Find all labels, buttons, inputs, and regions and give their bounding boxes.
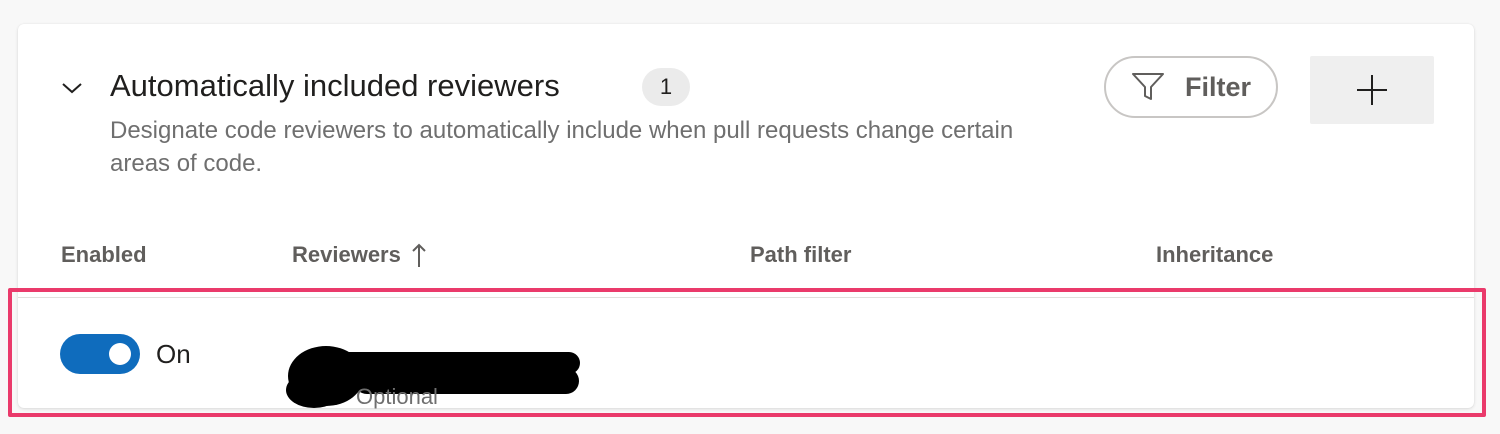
column-header-path-filter[interactable]: Path filter — [750, 240, 851, 270]
chevron-down-icon[interactable] — [60, 76, 84, 100]
filter-icon — [1131, 72, 1165, 102]
sort-ascending-icon — [412, 243, 426, 267]
plus-icon — [1357, 75, 1387, 105]
reviewers-section-card: Automatically included reviewers 1 Desig… — [18, 24, 1474, 409]
column-header-reviewers-label: Reviewers — [292, 242, 401, 267]
filter-button-label: Filter — [1184, 71, 1251, 102]
enabled-toggle-label: On — [156, 339, 191, 369]
toggle-knob — [109, 343, 131, 365]
column-header-inheritance[interactable]: Inheritance — [1156, 240, 1273, 270]
reviewer-role: Optional — [356, 384, 438, 409]
count-badge: 1 — [642, 68, 690, 106]
column-header-reviewers[interactable]: Reviewers — [292, 240, 427, 270]
section-description: Designate code reviewers to automaticall… — [110, 117, 1014, 177]
table-row[interactable]: On Optional — [18, 298, 1474, 409]
section-title: Automatically included reviewers — [110, 68, 560, 103]
filter-button[interactable]: Filter — [1104, 56, 1278, 118]
add-reviewer-button[interactable] — [1310, 56, 1434, 124]
column-header-enabled[interactable]: Enabled — [61, 240, 147, 270]
enabled-toggle[interactable] — [60, 334, 140, 374]
